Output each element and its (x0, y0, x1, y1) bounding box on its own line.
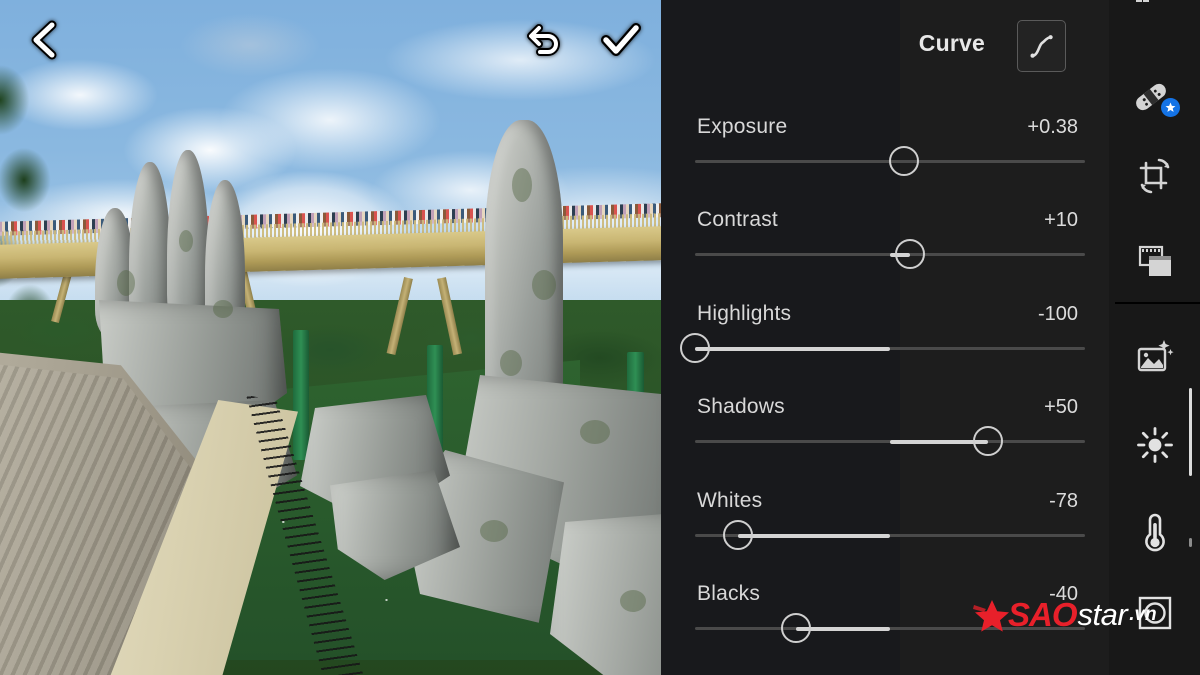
slider-fill (737, 533, 890, 538)
watermark-vn: .vn (1129, 604, 1157, 625)
slider-knob[interactable] (894, 239, 925, 270)
tool-light[interactable] (1109, 410, 1200, 480)
slider-highlights[interactable]: Highlights -100 (661, 302, 1109, 395)
slider-knob[interactable] (888, 146, 919, 176)
slider-knob[interactable] (722, 519, 753, 550)
thermometer-color-icon (1144, 513, 1165, 552)
slider-whites[interactable]: Whites -78 (661, 489, 1109, 582)
slider-label: Contrast (697, 208, 778, 232)
tool-color[interactable] (1109, 497, 1200, 567)
confirm-button[interactable] (601, 21, 641, 59)
tool-crop[interactable] (1109, 141, 1200, 211)
slider-knob[interactable] (972, 426, 1003, 457)
slider-contrast[interactable]: Contrast +10 (661, 208, 1109, 301)
tool-healing[interactable] (1109, 62, 1200, 132)
slider-knob[interactable] (680, 332, 710, 363)
presets-stack-icon (1138, 245, 1171, 276)
panel-scrollbar[interactable] (1189, 388, 1192, 476)
watermark-sao: SAO (1008, 596, 1078, 633)
back-button[interactable] (26, 20, 60, 60)
photo-canvas[interactable] (0, 0, 661, 675)
slider-label: Blacks (697, 582, 761, 605)
tone-curve-icon[interactable] (1017, 20, 1066, 72)
slider-shadows[interactable]: Shadows +50 (661, 395, 1109, 488)
premium-star-badge (1160, 98, 1180, 117)
saostar-watermark: SAO star .vn (972, 596, 1157, 634)
sun-light-icon (1136, 427, 1173, 463)
tool-auto[interactable] (1109, 322, 1200, 392)
slider-value: -78 (1049, 489, 1078, 512)
slider-value: -100 (1037, 302, 1078, 325)
slider-label: Shadows (697, 395, 785, 419)
tool-selective[interactable] (1109, 0, 1200, 32)
toolbar-divider (1115, 302, 1200, 304)
left-edge-trees (0, 40, 80, 340)
tool-presets[interactable] (1109, 227, 1200, 297)
undo-button[interactable] (522, 22, 564, 58)
slider-exposure[interactable]: Exposure +0.38 (661, 115, 1109, 208)
slider-value: +50 (1044, 396, 1078, 419)
slider-label: Exposure (697, 115, 788, 138)
slider-label: Highlights (697, 301, 792, 325)
crop-rotate-icon (1139, 158, 1169, 194)
watermark-star: star (1077, 597, 1128, 632)
photo-editor-app: Curve Exposure +0.38 Contrast +10 Highlights… (0, 0, 1200, 675)
curve-label: Curve (918, 30, 985, 56)
red-star-icon (973, 600, 1009, 632)
slider-value: +10 (1044, 209, 1078, 232)
panel-scroll-nub[interactable] (1189, 538, 1192, 547)
edit-panel-content: Curve Exposure +0.38 Contrast +10 Highlights… (661, 0, 1109, 675)
slider-value: +0.38 (1027, 116, 1078, 138)
slider-fill (695, 346, 890, 351)
slider-label: Whites (697, 488, 763, 512)
slider-knob[interactable] (781, 613, 812, 643)
auto-enhance-icon (1137, 340, 1174, 372)
curve-row: Curve (661, 0, 1109, 92)
